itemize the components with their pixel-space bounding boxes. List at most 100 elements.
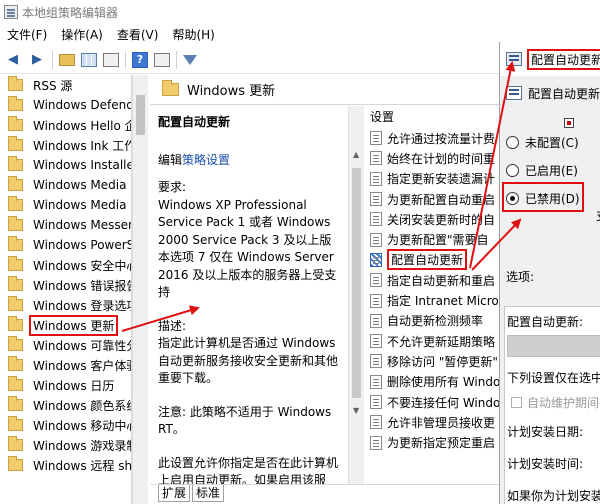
- list-view-icon[interactable]: [103, 52, 119, 67]
- show-hide-tree-icon[interactable]: [81, 52, 97, 67]
- policy-description-pane: 配置自动更新 编辑策略设置 要求: Windows XP Professiona…: [150, 106, 348, 484]
- policy-setting-row[interactable]: 删除使用所有 Windo: [364, 372, 500, 392]
- edit-prefix: 编辑: [158, 152, 183, 167]
- help-icon[interactable]: ?: [132, 51, 148, 68]
- policy-setting-row[interactable]: 关闭安装更新时的自: [364, 209, 500, 229]
- policy-setting-label: 指定自动更新和重启: [387, 273, 496, 288]
- policy-setting-row[interactable]: 指定更新安装遗漏计: [364, 169, 500, 189]
- tree-item[interactable]: Windows PowerS: [0, 235, 131, 255]
- policy-setting-icon: [370, 252, 382, 267]
- tree-item[interactable]: Windows Installe: [0, 155, 131, 175]
- edit-policy-link[interactable]: 策略设置: [182, 153, 230, 167]
- tree-item[interactable]: Windows 客户体验: [0, 355, 131, 375]
- previous-setting-button[interactable]: [564, 118, 574, 128]
- policy-setting-label: 自动更新检测频率: [387, 314, 484, 329]
- radio-enabled[interactable]: 已启用(E): [506, 160, 578, 180]
- policy-setting-icon: [370, 395, 382, 409]
- menu-bar: 文件(F) 操作(A) 查看(V) 帮助(H): [0, 24, 500, 46]
- policy-setting-row[interactable]: 配置自动更新: [364, 249, 500, 271]
- tree-item-label: Windows 登录选项: [33, 298, 132, 313]
- policy-setting-row[interactable]: 允许通过按流量计费: [364, 128, 500, 148]
- policy-title: 配置自动更新: [158, 115, 231, 129]
- tree-item[interactable]: Windows Defend: [0, 95, 131, 115]
- policy-setting-row[interactable]: 允许非管理员接收更: [364, 412, 500, 432]
- tree-item[interactable]: Windows 登录选项: [0, 295, 131, 315]
- tree-item[interactable]: Windows 安全中心: [0, 255, 131, 275]
- install-time-label: 计划安装时间:: [507, 457, 584, 471]
- policy-setting-row[interactable]: 指定 Intranet Micro: [364, 290, 500, 310]
- tree-item[interactable]: RSS 源: [0, 75, 131, 95]
- tab-standard[interactable]: 标准: [192, 485, 225, 502]
- scroll-up-icon[interactable]: ▲: [353, 150, 359, 159]
- policy-setting-icon: [370, 192, 382, 207]
- configure-update-label: 配置自动更新:: [507, 315, 584, 329]
- policy-setting-row[interactable]: 自动更新检测频率: [364, 311, 500, 331]
- folder-up-icon[interactable]: [59, 53, 75, 66]
- folder-icon: [8, 316, 23, 331]
- policy-setting-row[interactable]: 始终在计划的时间重: [364, 148, 500, 168]
- tab-extended[interactable]: 扩展: [158, 485, 191, 502]
- tree-item[interactable]: Windows 移动中心: [0, 415, 131, 435]
- radio-circle[interactable]: [506, 191, 519, 205]
- tree-item[interactable]: Windows 错误报告: [0, 275, 131, 295]
- filter-icon[interactable]: [183, 54, 197, 65]
- menu-view[interactable]: 查看(V): [110, 24, 166, 46]
- scrollbar-thumb[interactable]: [136, 95, 145, 135]
- properties-icon[interactable]: [154, 52, 170, 67]
- policy-setting-row[interactable]: 不要连接任何 Windo: [364, 392, 500, 412]
- description-scrollbar[interactable]: ▲ ▼: [348, 106, 364, 484]
- tree-item[interactable]: Windows 颜色系统: [0, 395, 131, 415]
- tree-item[interactable]: Windows Media F: [0, 195, 131, 215]
- tree-item-label: Windows 安全中心: [33, 258, 132, 273]
- menu-help[interactable]: 帮助(H): [165, 24, 221, 46]
- policy-setting-row[interactable]: 移除访问 "暂停更新": [364, 351, 500, 371]
- back-arrow-icon[interactable]: ◀: [4, 51, 22, 69]
- tree-item-label: Windows 颜色系统: [33, 398, 132, 413]
- forward-arrow-icon[interactable]: ▶: [28, 51, 46, 69]
- menu-file[interactable]: 文件(F): [0, 24, 54, 46]
- tree-item[interactable]: Windows Media I: [0, 175, 131, 195]
- folder-icon: [8, 416, 23, 431]
- folder-icon: [8, 436, 23, 451]
- policy-setting-row[interactable]: 不允许更新延期策略: [364, 331, 500, 351]
- policy-icon: [506, 52, 522, 66]
- scroll-down-icon[interactable]: ▼: [353, 406, 359, 415]
- tree-item[interactable]: Windows 游戏录制: [0, 435, 131, 455]
- tree-item[interactable]: Windows 更新: [0, 314, 131, 336]
- tree-item-label: Windows 可靠性分: [33, 338, 132, 353]
- policy-setting-icon: [370, 171, 382, 186]
- window-title: 本地组策略编辑器: [22, 5, 119, 20]
- scrollbar-thumb[interactable]: [352, 168, 361, 398]
- policy-setting-label: 始终在计划的时间重: [387, 151, 496, 166]
- tree-item-label: Windows 移动中心: [33, 418, 132, 433]
- policy-tree: RSS 源 Windows Defend Windows Hello 企 Window…: [0, 75, 132, 504]
- settings-column-header[interactable]: 设置: [364, 106, 500, 128]
- tree-item[interactable]: Windows Ink 工作: [0, 135, 131, 155]
- maintenance-checkbox-row[interactable]: 自动维护期间拉: [511, 394, 600, 411]
- radio-label: 未配置(C): [525, 135, 579, 150]
- policy-setting-row[interactable]: 为更新指定预定重启: [364, 432, 500, 452]
- folder-icon: [8, 356, 23, 371]
- radio-circle[interactable]: [506, 163, 519, 177]
- radio-not-configured[interactable]: 未配置(C): [506, 132, 579, 152]
- policy-setting-row[interactable]: 指定自动更新和重启: [364, 270, 500, 290]
- policy-setting-label: 指定更新安装遗漏计: [387, 172, 496, 187]
- policy-setting-label: 配置自动更新: [387, 249, 468, 271]
- tree-item[interactable]: Windows 可靠性分: [0, 335, 131, 355]
- policy-setting-icon: [370, 151, 382, 166]
- tree-item[interactable]: Windows 远程 sh: [0, 455, 131, 475]
- tree-item-label: Windows 日历: [33, 378, 115, 393]
- menu-action[interactable]: 操作(A): [54, 24, 110, 46]
- tree-item[interactable]: Windows 日历: [0, 375, 131, 395]
- tree-item[interactable]: Windows Messen: [0, 215, 131, 235]
- radio-circle[interactable]: [506, 135, 519, 149]
- tree-item[interactable]: Windows Hello 企: [0, 115, 131, 135]
- configure-update-select[interactable]: [507, 335, 600, 357]
- checkbox[interactable]: [511, 397, 522, 408]
- radio-disabled[interactable]: 已禁用(D): [506, 188, 580, 208]
- tree-scrollbar[interactable]: [132, 75, 148, 504]
- policy-setting-row[interactable]: 为更新配置自动重启: [364, 189, 500, 209]
- requirements-text: 要求: Windows XP Professional Service Pack…: [158, 180, 337, 299]
- policy-setting-row[interactable]: 为更新配置"需要自: [364, 229, 500, 249]
- policy-setting-label: 允许通过按流量计费: [387, 131, 496, 146]
